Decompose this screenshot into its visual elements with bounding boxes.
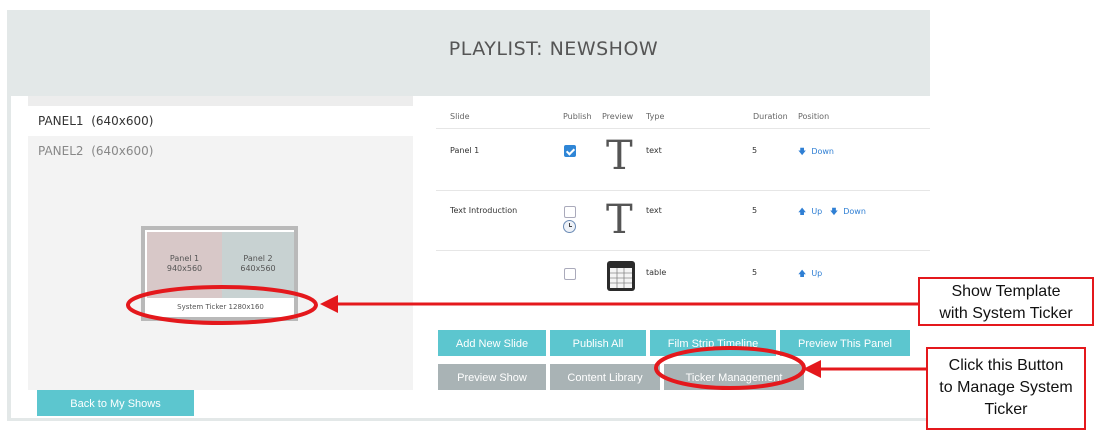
button-highlight-ellipse [654, 346, 806, 390]
callout-text: Show Template [951, 283, 1061, 300]
callout-text: to Manage System [939, 379, 1073, 396]
callout-show-template: Show Template with System Ticker [918, 277, 1094, 326]
ticker-highlight-ellipse [126, 285, 318, 325]
callout-text: with System Ticker [939, 305, 1073, 322]
callout-manage-ticker: Click this Button to Manage System Ticke… [926, 347, 1086, 430]
callout-text: Click this Button [948, 357, 1064, 374]
callout-text: Ticker [984, 401, 1028, 418]
